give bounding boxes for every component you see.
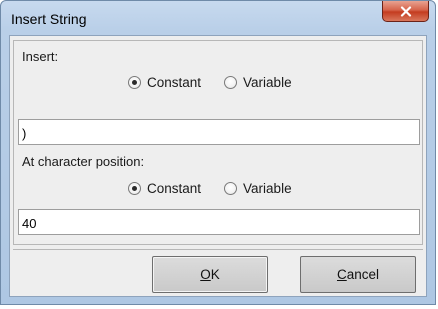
close-icon	[400, 5, 411, 17]
insert-variable-radio[interactable]: Variable	[224, 75, 292, 90]
insert-type-radio-group: Constant Variable	[128, 75, 292, 90]
dialog-window: Insert String Insert: Constant Variable …	[0, 0, 436, 305]
title-bar[interactable]: Insert String	[1, 1, 435, 35]
button-separator	[13, 249, 423, 250]
position-constant-label: Constant	[147, 181, 202, 196]
radio-selected-icon[interactable]	[128, 182, 141, 195]
insert-label: Insert:	[22, 49, 59, 64]
position-variable-label: Variable	[243, 181, 292, 196]
position-label: At character position:	[22, 154, 145, 169]
dialog-client-area: Insert: Constant Variable ) At character…	[9, 35, 427, 297]
radio-unselected-icon[interactable]	[224, 76, 238, 89]
options-group: Insert: Constant Variable ) At character…	[13, 40, 423, 245]
cancel-mnemonic: C	[336, 267, 347, 282]
position-value-field[interactable]: 40	[18, 209, 420, 235]
radio-unselected-icon[interactable]	[224, 182, 238, 195]
insert-constant-radio[interactable]: Constant	[128, 75, 201, 90]
radio-selected-icon[interactable]	[128, 76, 141, 89]
close-button[interactable]	[382, 1, 429, 22]
cancel-label-rest: ancel	[346, 267, 380, 282]
position-variable-radio[interactable]: Variable	[224, 181, 292, 196]
window-title: Insert String	[11, 11, 87, 27]
position-type-radio-group: Constant Variable	[128, 181, 292, 196]
insert-constant-label: Constant	[147, 75, 202, 90]
ok-mnemonic: O	[200, 267, 211, 282]
ok-label-rest: K	[210, 267, 220, 282]
cancel-button[interactable]: Cancel	[300, 256, 416, 293]
insert-variable-label: Variable	[243, 75, 292, 90]
position-constant-radio[interactable]: Constant	[128, 181, 201, 196]
insert-value-field[interactable]: )	[18, 119, 420, 145]
ok-button[interactable]: OK	[152, 256, 268, 293]
